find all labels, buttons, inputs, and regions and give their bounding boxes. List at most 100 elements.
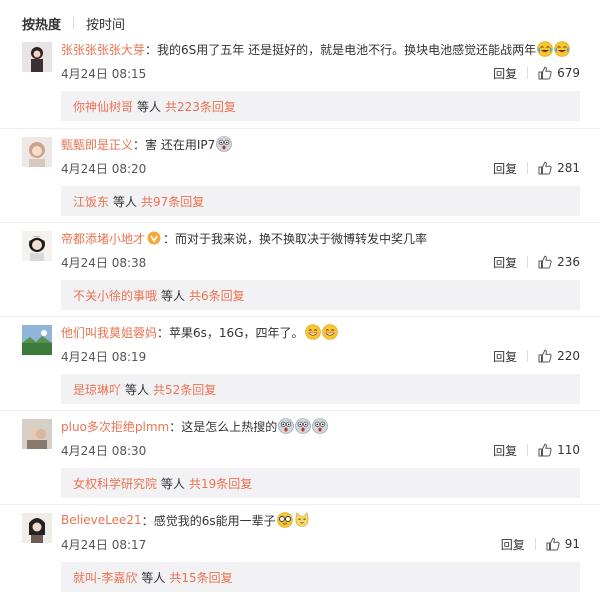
reply-count-link[interactable]: 共97条回复 bbox=[141, 193, 204, 210]
comment-item: pluo多次拒绝plmm：这是怎么上热搜的 4月24日 08:30 回复 110… bbox=[0, 410, 600, 504]
reply-count-link[interactable]: 共15条回复 bbox=[169, 569, 232, 586]
colon-separator: ： bbox=[145, 42, 158, 57]
replies-summary[interactable]: 就叫-李嘉欣 等人 共15条回复 bbox=[61, 562, 580, 592]
laugh-cry-emoji bbox=[537, 41, 553, 57]
sort-by-time-tab[interactable]: 按时间 bbox=[86, 14, 125, 33]
comment-text: 而对于我来说，换不换取决于微博转发中奖几率 bbox=[175, 231, 428, 246]
comment-username[interactable]: 他们叫我莫姐蓉妈 bbox=[61, 324, 157, 341]
comment-item: 他们叫我莫姐蓉妈：苹果6s，16G，四年了。 4月24日 08:19 回复 22… bbox=[0, 316, 600, 410]
like-button[interactable]: 91 bbox=[546, 537, 580, 551]
reply-username[interactable]: 就叫-李嘉欣 bbox=[73, 569, 137, 586]
reply-username[interactable]: 女权科学研究院 bbox=[73, 475, 157, 492]
avatar[interactable] bbox=[22, 419, 52, 449]
colon-separator: ： bbox=[133, 137, 146, 152]
replies-summary[interactable]: 女权科学研究院 等人 共19条回复 bbox=[61, 468, 580, 498]
comment-item: 帝都添堵小地才 ：而对于我来说，换不换取决于微博转发中奖几率 4月24日 08:3… bbox=[0, 222, 600, 316]
replies-summary[interactable]: 江饭东 等人 共97条回复 bbox=[61, 186, 580, 216]
reply-button[interactable]: 回复 bbox=[493, 442, 517, 459]
reply-username[interactable]: 你神仙树哥 bbox=[73, 98, 133, 115]
thumbs-up-icon bbox=[538, 161, 557, 175]
comment-username[interactable]: pluo多次拒绝plmm bbox=[61, 418, 169, 435]
reply-and-others: 等人 bbox=[125, 382, 150, 397]
reply-count-link[interactable]: 共19条回复 bbox=[189, 475, 252, 492]
grin-emoji bbox=[321, 324, 338, 340]
comment-time: 4月24日 08:17 bbox=[61, 538, 147, 552]
like-count: 91 bbox=[564, 537, 580, 551]
comment-time: 4月24日 08:15 bbox=[61, 67, 147, 81]
comment-text: 苹果6s，16G，四年了。 bbox=[169, 325, 304, 340]
thumbs-up-icon bbox=[538, 66, 557, 80]
comment-item: 张张张张张大芽：我的6S用了五年 还是挺好的，就是电池不行。换块电池感觉还能战两… bbox=[0, 34, 600, 128]
like-button[interactable]: 679 bbox=[538, 66, 580, 80]
comment-item: BelieveLee21：感觉我的6s能用一辈子 4月24日 08:17 回复 … bbox=[0, 504, 600, 598]
comment-text: 害 还在用IP7 bbox=[145, 137, 216, 152]
comment-text: 感觉我的6s能用一辈子 bbox=[153, 513, 276, 528]
avatar[interactable] bbox=[22, 137, 52, 167]
reply-button[interactable]: 回复 bbox=[493, 254, 517, 271]
like-button[interactable]: 220 bbox=[538, 349, 580, 363]
reply-username[interactable]: 江饭东 bbox=[73, 193, 109, 210]
comment-username[interactable]: 甄甄即是正义 bbox=[61, 136, 133, 153]
comment-username[interactable]: 张张张张张大芽 bbox=[61, 41, 145, 58]
comment-line: pluo多次拒绝plmm：这是怎么上热搜的 bbox=[61, 417, 329, 435]
reply-and-others: 等人 bbox=[161, 288, 186, 303]
thumbs-up-icon bbox=[538, 255, 557, 269]
sort-by-hot-tab[interactable]: 按热度 bbox=[22, 14, 61, 33]
avatar[interactable] bbox=[22, 231, 52, 261]
shocked-emoji bbox=[278, 418, 295, 434]
comment-line: 帝都添堵小地才 ：而对于我来说，换不换取决于微博转发中奖几率 bbox=[61, 229, 427, 247]
reply-button[interactable]: 回复 bbox=[493, 65, 517, 82]
laugh-cry-emoji bbox=[554, 41, 570, 57]
colon-separator: ： bbox=[169, 419, 182, 434]
reply-and-others: 等人 bbox=[141, 570, 166, 585]
comment-list: 张张张张张大芽：我的6S用了五年 还是挺好的，就是电池不行。换块电池感觉还能战两… bbox=[0, 34, 600, 598]
like-button[interactable]: 281 bbox=[538, 161, 580, 175]
replies-summary[interactable]: 不关小徐的事哦 等人 共6条回复 bbox=[61, 280, 580, 310]
reply-username[interactable]: 不关小徐的事哦 bbox=[73, 287, 157, 304]
action-divider bbox=[534, 538, 536, 550]
comment-time: 4月24日 08:20 bbox=[61, 162, 147, 176]
replies-summary[interactable]: 你神仙树哥 等人 共223条回复 bbox=[61, 91, 580, 121]
reply-count-link[interactable]: 共52条回复 bbox=[153, 381, 216, 398]
reply-username[interactable]: 是琼琳吖 bbox=[73, 381, 121, 398]
reply-count-link[interactable]: 共6条回复 bbox=[189, 287, 245, 304]
sort-bar: 按热度 按时间 bbox=[22, 12, 125, 34]
grin-emoji bbox=[304, 324, 321, 340]
action-divider bbox=[527, 350, 529, 362]
avatar[interactable] bbox=[22, 42, 52, 72]
reply-button[interactable]: 回复 bbox=[501, 536, 525, 553]
action-divider bbox=[527, 67, 529, 79]
action-divider bbox=[527, 444, 529, 456]
shocked-emoji bbox=[295, 418, 312, 434]
comment-username[interactable]: BelieveLee21 bbox=[61, 513, 142, 527]
cat-emoji bbox=[294, 512, 310, 528]
comment-actions: 回复 91 bbox=[501, 535, 580, 553]
avatar[interactable] bbox=[22, 325, 52, 355]
glasses-emoji bbox=[276, 512, 293, 528]
comment-actions: 回复 236 bbox=[493, 253, 580, 271]
reply-button[interactable]: 回复 bbox=[493, 348, 517, 365]
comment-time: 4月24日 08:30 bbox=[61, 444, 147, 458]
like-button[interactable]: 236 bbox=[538, 255, 580, 269]
like-button[interactable]: 110 bbox=[538, 443, 580, 457]
comment-time: 4月24日 08:38 bbox=[61, 256, 147, 270]
avatar[interactable] bbox=[22, 513, 52, 543]
comment-line: BelieveLee21：感觉我的6s能用一辈子 bbox=[61, 511, 310, 529]
reply-and-others: 等人 bbox=[137, 99, 162, 114]
replies-summary[interactable]: 是琼琳吖 等人 共52条回复 bbox=[61, 374, 580, 404]
reply-button[interactable]: 回复 bbox=[493, 160, 517, 177]
comment-line: 张张张张张大芽：我的6S用了五年 还是挺好的，就是电池不行。换块电池感觉还能战两… bbox=[61, 40, 570, 58]
thumbs-up-icon bbox=[538, 349, 557, 363]
comment-time: 4月24日 08:19 bbox=[61, 350, 147, 364]
comment-actions: 回复 281 bbox=[493, 159, 580, 177]
colon-separator: ： bbox=[163, 231, 176, 246]
comment-text: 这是怎么上热搜的 bbox=[181, 419, 278, 434]
comment-actions: 回复 220 bbox=[493, 347, 580, 365]
shocked-emoji bbox=[312, 418, 329, 434]
comment-item: 甄甄即是正义：害 还在用IP7 4月24日 08:20 回复 281 江饭东 等… bbox=[0, 128, 600, 222]
comment-username[interactable]: 帝都添堵小地才 bbox=[61, 230, 145, 247]
thumbs-up-icon bbox=[538, 443, 557, 457]
sort-divider bbox=[73, 17, 75, 29]
comment-line: 甄甄即是正义：害 还在用IP7 bbox=[61, 135, 233, 153]
reply-count-link[interactable]: 共223条回复 bbox=[165, 98, 236, 115]
